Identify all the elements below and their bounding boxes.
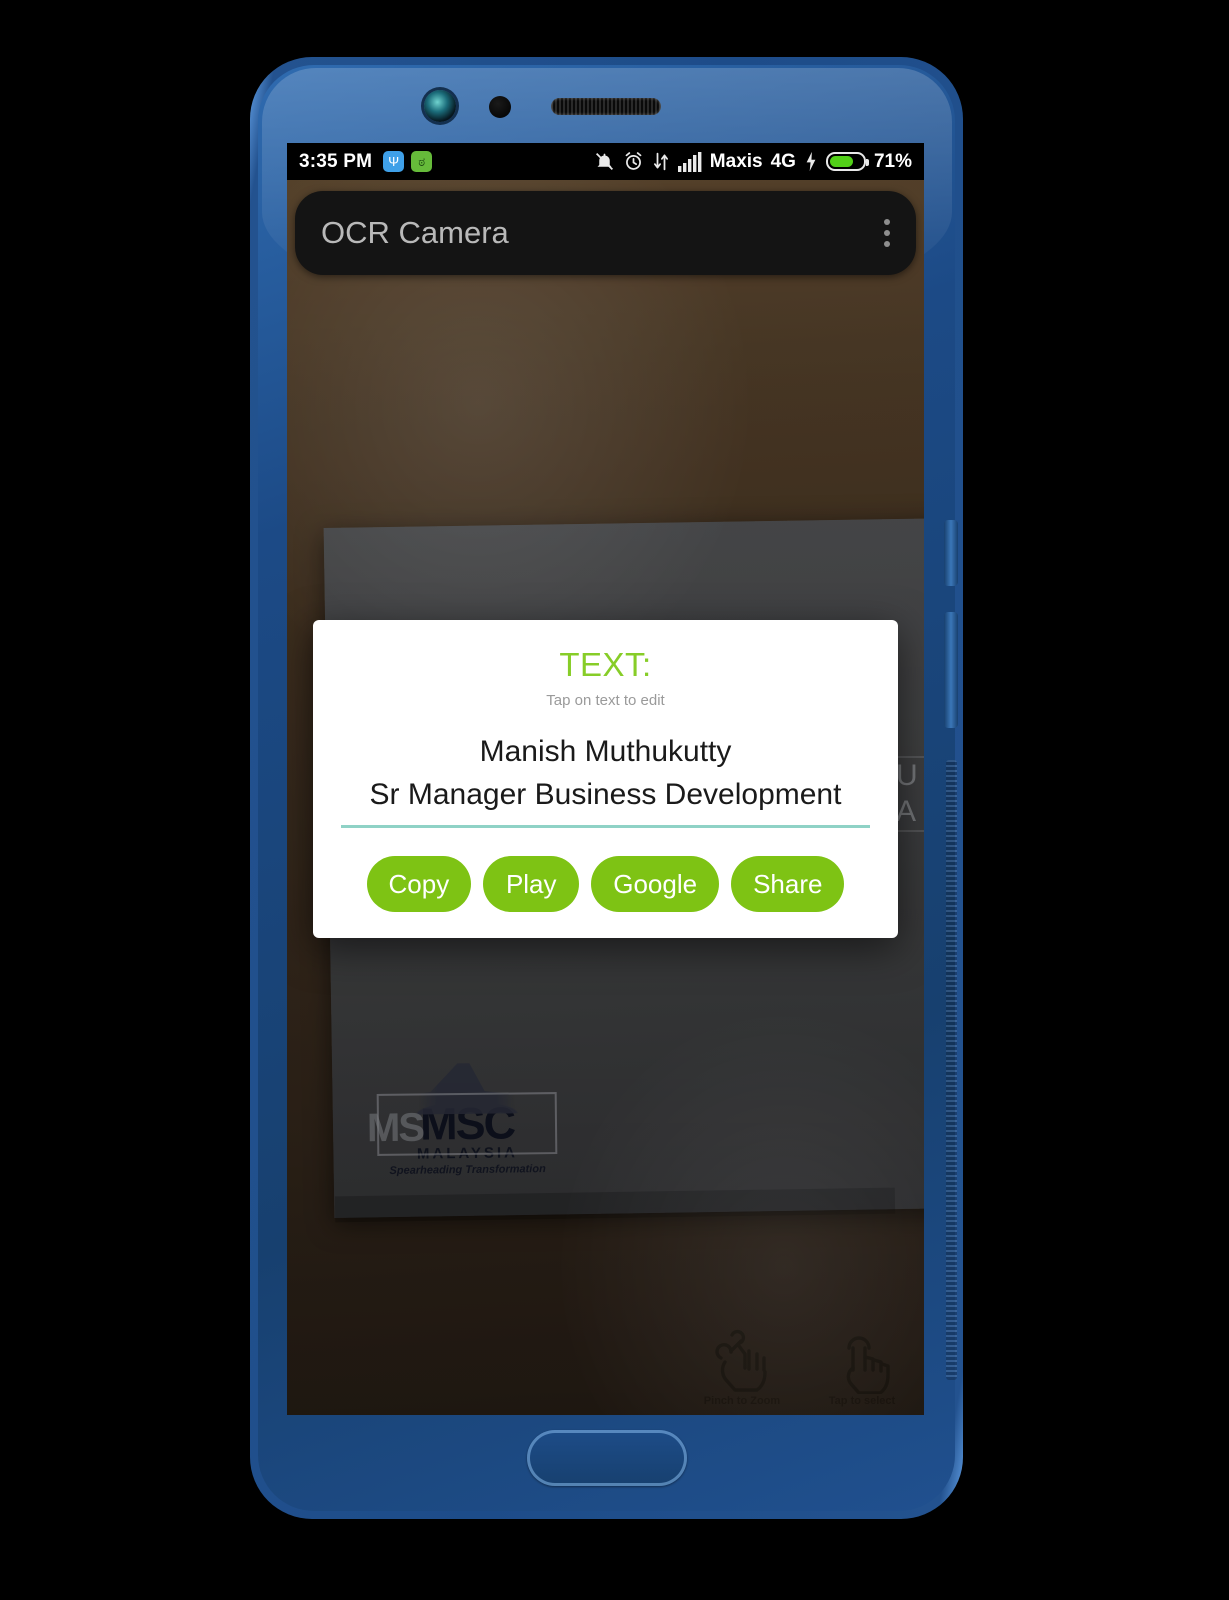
google-button[interactable]: Google [591,855,720,913]
overflow-menu-icon[interactable] [884,219,890,247]
home-button[interactable] [527,1430,687,1486]
power-button[interactable] [944,612,958,728]
status-carrier: Maxis [709,150,763,172]
status-bar: 3:35 PM Ψ ಠ Maxis 4G 71% [287,143,924,180]
front-camera-icon [424,90,456,122]
copy-button[interactable]: Copy [366,855,472,913]
battery-fill [829,156,853,167]
status-left-icons: Ψ ಠ [383,151,433,172]
dialog-actions: Copy Play Google Share [335,855,876,913]
status-network: 4G [770,150,796,172]
notifications-muted-icon [595,153,613,170]
usb-debug-icon: Ψ [383,151,405,172]
page-title: OCR Camera [321,215,509,250]
share-button[interactable]: Share [731,855,845,913]
recognized-text-field[interactable]: Manish Muthukutty Sr Manager Business De… [341,731,870,828]
dialog-title: TEXT: [559,646,652,683]
battery-icon [825,152,869,171]
recognized-text-line[interactable]: Sr Manager Business Development [341,774,870,817]
play-button[interactable]: Play [483,855,580,913]
charging-bolt-icon [806,151,816,172]
phone-screen: 3:35 PM Ψ ಠ Maxis 4G 71% MSC MALAYSIA Sp… [287,143,924,1415]
signal-bars-icon [677,151,702,172]
app-bar: OCR Camera [295,191,916,275]
volume-button[interactable] [944,520,958,586]
side-grip-texture [946,760,957,1380]
status-time: 3:35 PM [299,150,373,172]
data-transfer-icon [653,152,668,171]
proximity-sensor-icon [489,96,511,118]
ocr-result-dialog: TEXT: Tap on text to edit Manish Muthuku… [313,620,898,939]
screenshot-stage: 3:35 PM Ψ ಠ Maxis 4G 71% MSC MALAYSIA Sp… [0,0,1229,1600]
dialog-subtitle: Tap on text to edit [546,692,665,709]
status-right-icons: Maxis 4G 71% [594,151,912,173]
alarm-icon [625,152,642,170]
android-app-icon: ಠ [411,151,433,172]
battery-percent: 71% [873,150,912,172]
earpiece-speaker-icon [551,98,661,115]
recognized-text-line[interactable]: Manish Muthukutty [341,731,870,774]
